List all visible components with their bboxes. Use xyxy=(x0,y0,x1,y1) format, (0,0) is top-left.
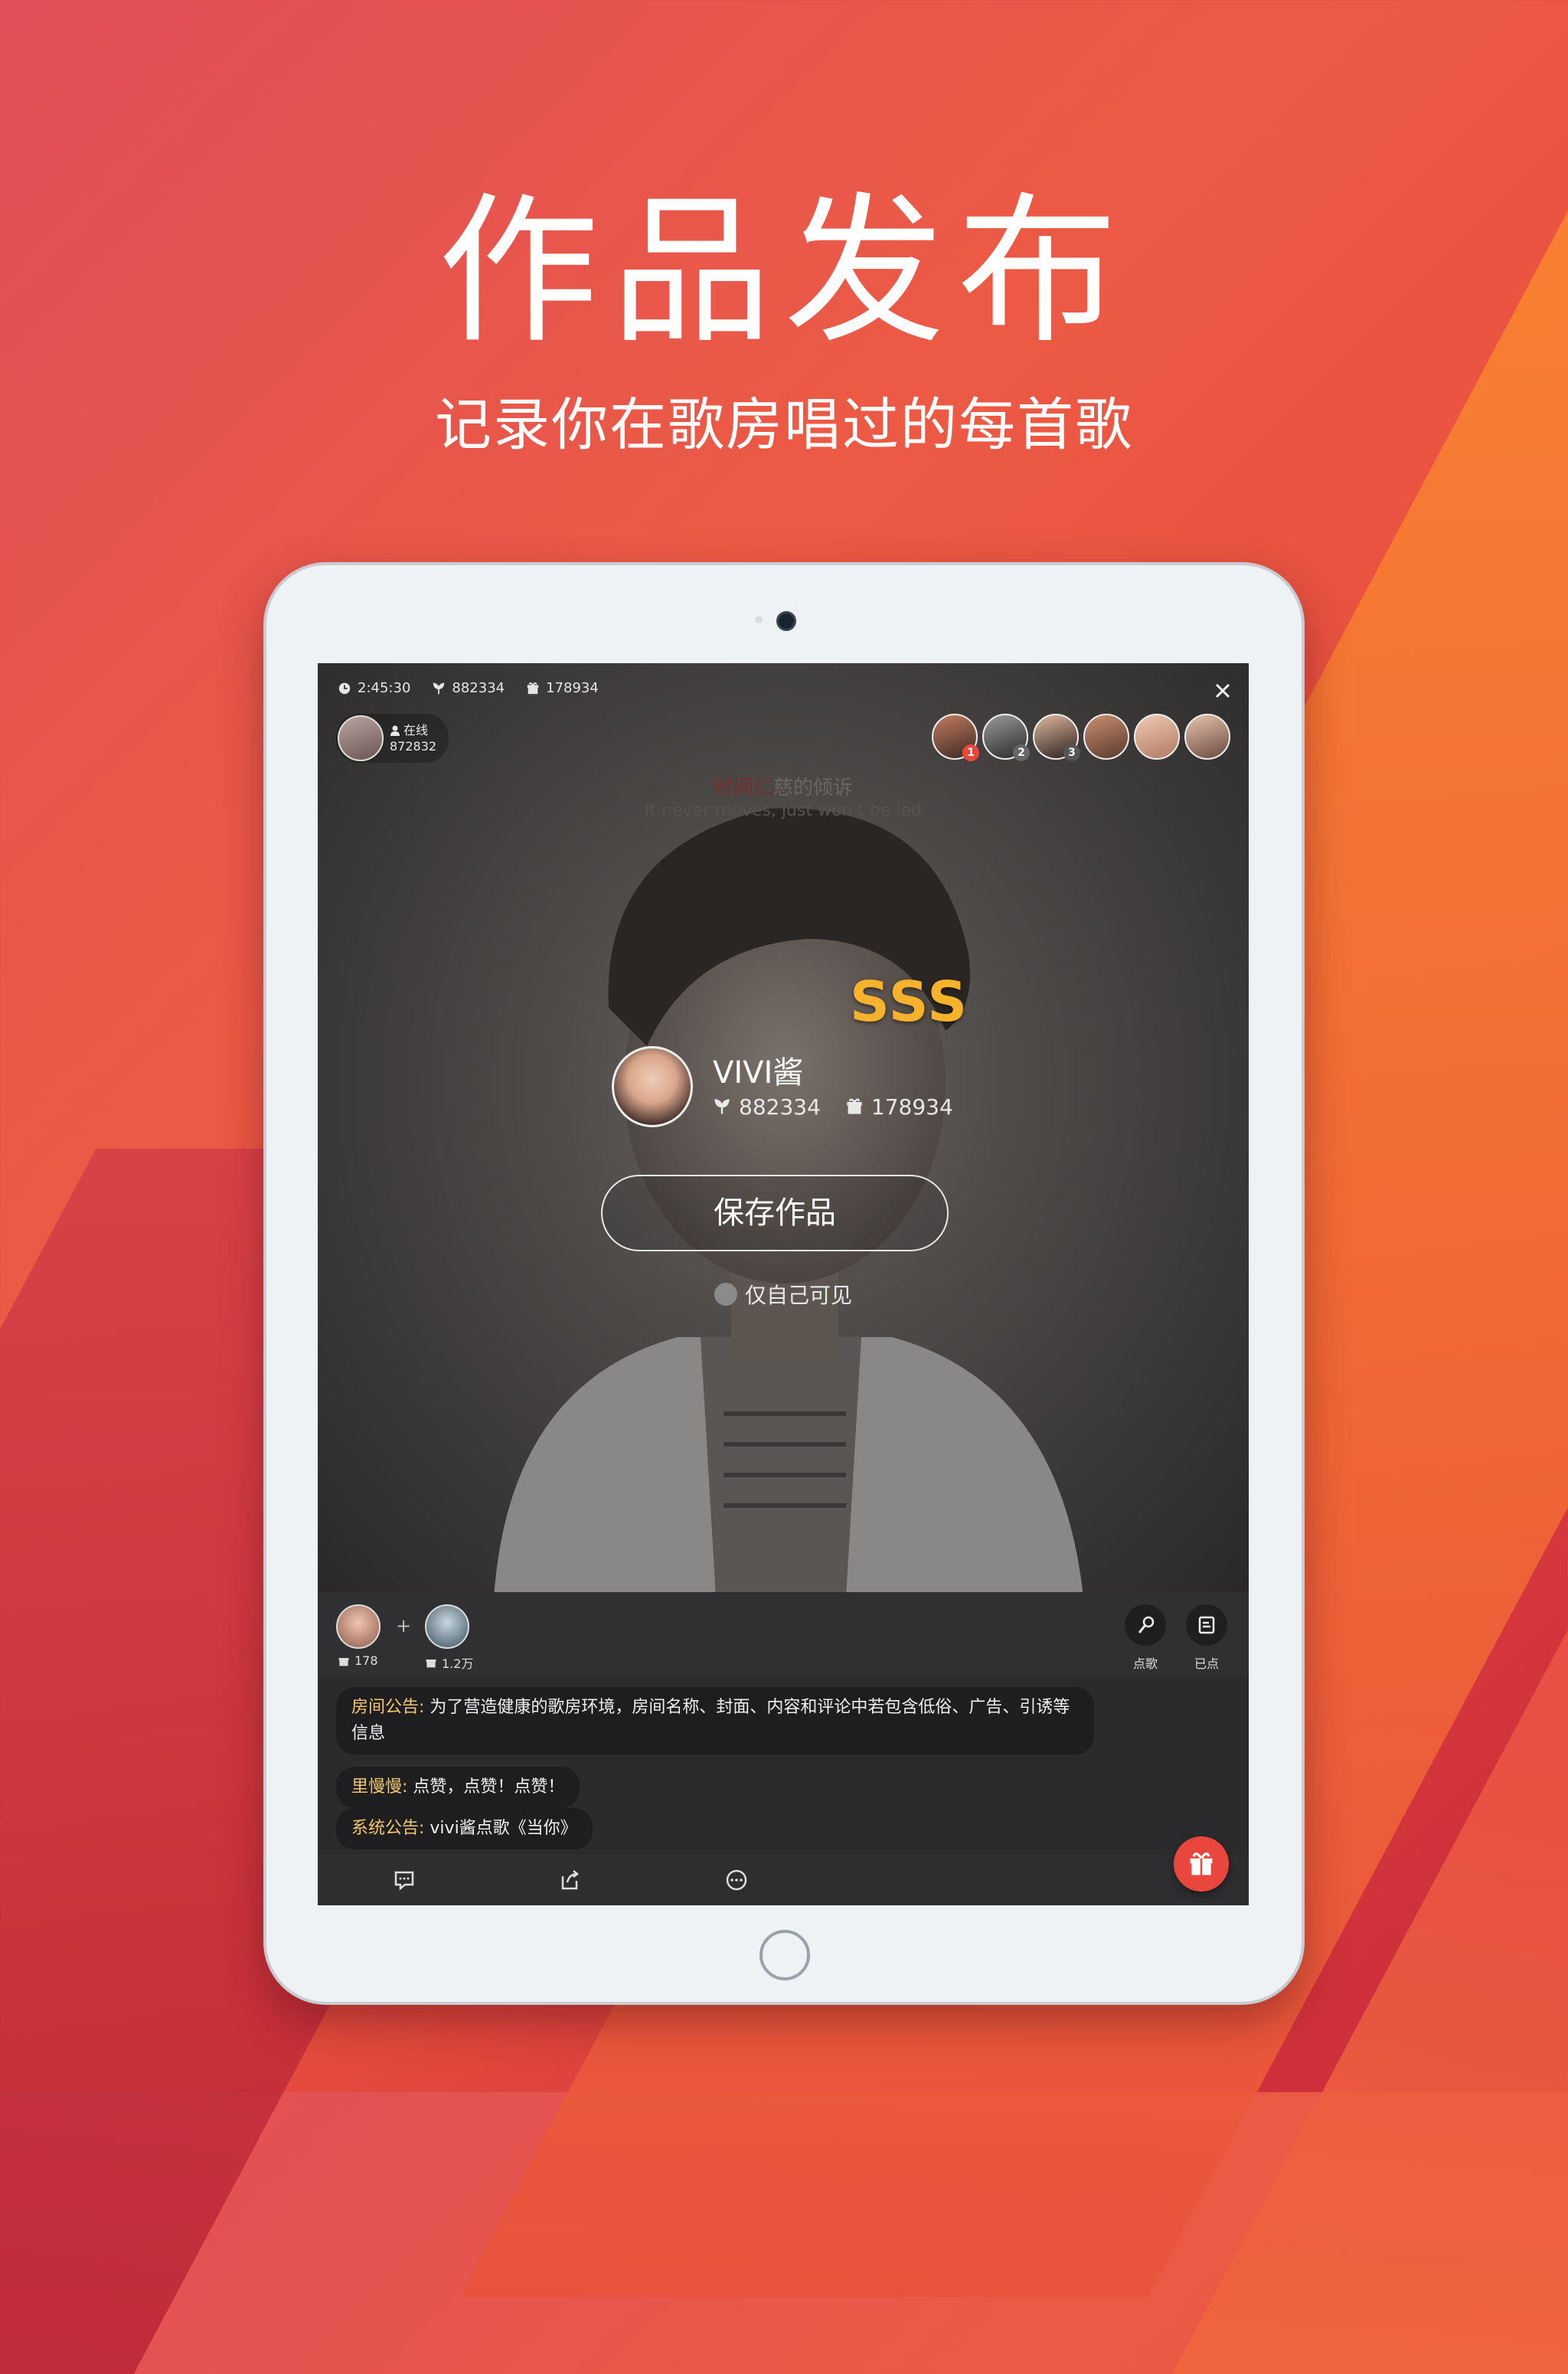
score-grade: SSS xyxy=(850,970,969,1034)
singer-avatar[interactable] xyxy=(612,1046,693,1127)
rank-avatar[interactable] xyxy=(1184,714,1230,760)
lyric-current: 时间仁慈的倾诉 xyxy=(318,772,1249,800)
lyric-unsung: 慈的倾诉 xyxy=(773,777,854,800)
gift-icon xyxy=(1190,1852,1213,1875)
user-icon xyxy=(390,725,400,736)
chat-message: 房间公告: 为了营造健康的歌房环境，房间名称、封面、内容和评论中若包含低俗、广告… xyxy=(336,1687,1094,1754)
chat-text: vivi酱点歌《当你》 xyxy=(424,1819,577,1838)
close-icon[interactable] xyxy=(1212,680,1233,701)
rank-avatar[interactable]: 1 xyxy=(932,714,979,761)
duet-bar: + 178 1.2万 点歌 已点 xyxy=(318,1592,1249,1677)
sensor-dot xyxy=(755,616,763,623)
duet-right-gifts-value: 1.2万 xyxy=(442,1656,474,1671)
duration-stat: 2:45:30 xyxy=(338,680,410,696)
requested-list-button[interactable] xyxy=(1186,1604,1227,1646)
private-radio[interactable] xyxy=(714,1283,737,1306)
clock-icon xyxy=(338,682,351,694)
singer-flowers: 882334 xyxy=(713,1094,821,1120)
rank-badge: 1 xyxy=(962,744,979,761)
app-screen: 2:45:30 882334 178934 在线 872832 1 2 3 时间… xyxy=(318,663,1249,1905)
home-button xyxy=(760,1930,810,1980)
gift-icon xyxy=(426,1660,436,1668)
duet-left-gifts: 178 xyxy=(338,1653,378,1668)
request-song-label: 点歌 xyxy=(1132,1656,1158,1671)
gift-icon xyxy=(338,1657,349,1666)
chat-text-line2: 信息 xyxy=(351,1724,386,1743)
duet-left-gifts-value: 178 xyxy=(354,1653,378,1668)
video-stage: 2:45:30 882334 178934 在线 872832 1 2 3 时间… xyxy=(318,663,1249,1597)
singer-flowers-value: 882334 xyxy=(739,1094,821,1120)
rank-avatar[interactable]: 2 xyxy=(982,714,1030,761)
more-icon[interactable] xyxy=(724,1867,750,1893)
lyric-next: It never moves, just won t be led xyxy=(644,801,923,820)
chat-text: 点赞，点赞！点赞！ xyxy=(407,1777,565,1797)
flowers-stat: 882334 xyxy=(432,680,505,696)
gift-icon xyxy=(527,682,539,694)
microphone-icon xyxy=(1138,1616,1155,1633)
host-status: 在线 xyxy=(403,723,429,737)
gifts-value: 178934 xyxy=(546,680,599,696)
request-song-button[interactable] xyxy=(1125,1604,1166,1646)
host-count: 872832 xyxy=(390,739,437,754)
song-list-icon xyxy=(1198,1616,1215,1634)
host-info[interactable]: 在线 872832 xyxy=(336,714,449,763)
flowers-value: 882334 xyxy=(452,680,505,696)
lyric-sung: 时间仁 xyxy=(713,777,773,800)
plus-sign: + xyxy=(396,1615,412,1637)
private-label: 仅自己可见 xyxy=(744,1283,852,1308)
send-gift-button[interactable] xyxy=(1174,1836,1229,1892)
rank-avatar[interactable] xyxy=(1134,714,1180,760)
rank-avatar[interactable] xyxy=(1083,714,1129,760)
singer-gifts-value: 178934 xyxy=(871,1094,953,1120)
duet-avatar-left[interactable] xyxy=(336,1604,381,1649)
chat-sender: 里慢慢: xyxy=(351,1777,408,1797)
singer-name: VIVI酱 xyxy=(713,1055,804,1091)
chat-message: 系统公告: vivi酱点歌《当你》 xyxy=(336,1808,593,1849)
duet-right-gifts: 1.2万 xyxy=(425,1653,473,1672)
flower-icon xyxy=(714,1099,730,1114)
chat-message: 里慢慢: 点赞，点赞！点赞！ xyxy=(336,1767,580,1808)
room-stats: 2:45:30 882334 178934 xyxy=(338,680,599,696)
save-work-button[interactable]: 保存作品 xyxy=(601,1175,949,1251)
chat-feed: 房间公告: 为了营造健康的歌房环境，房间名称、封面、内容和评论中若包含低俗、广告… xyxy=(318,1676,1249,1855)
promo-title: 作品发布 xyxy=(437,178,1130,365)
requested-label: 已点 xyxy=(1194,1656,1219,1671)
flower-icon xyxy=(433,682,445,694)
private-toggle[interactable]: 仅自己可见 xyxy=(318,1279,1249,1310)
share-icon[interactable] xyxy=(557,1867,583,1893)
gifts-stat: 178934 xyxy=(526,680,599,696)
singer-card: VIVI酱 882334 178934 xyxy=(612,1046,953,1127)
chat-sender: 房间公告: xyxy=(351,1698,425,1717)
singer-gifts: 178934 xyxy=(845,1094,953,1120)
chat-text: 为了营造健康的歌房环境，房间名称、封面、内容和评论中若包含低俗、广告、引诱等 xyxy=(424,1698,1070,1717)
comment-icon[interactable] xyxy=(391,1867,417,1893)
rank-avatar[interactable]: 3 xyxy=(1033,714,1080,761)
duet-avatar-right[interactable] xyxy=(425,1604,469,1649)
chat-sender: 系统公告: xyxy=(351,1819,425,1838)
rank-badge: 2 xyxy=(1013,744,1030,761)
rank-list: 1 2 3 xyxy=(932,714,1230,761)
promo-subtitle: 记录你在歌房唱过的每首歌 xyxy=(435,392,1133,458)
rank-badge: 3 xyxy=(1063,744,1080,761)
bottom-toolbar xyxy=(318,1855,1249,1905)
camera xyxy=(776,611,796,631)
duration-value: 2:45:30 xyxy=(358,680,411,696)
gift-icon xyxy=(847,1098,862,1114)
host-avatar[interactable] xyxy=(338,715,384,761)
